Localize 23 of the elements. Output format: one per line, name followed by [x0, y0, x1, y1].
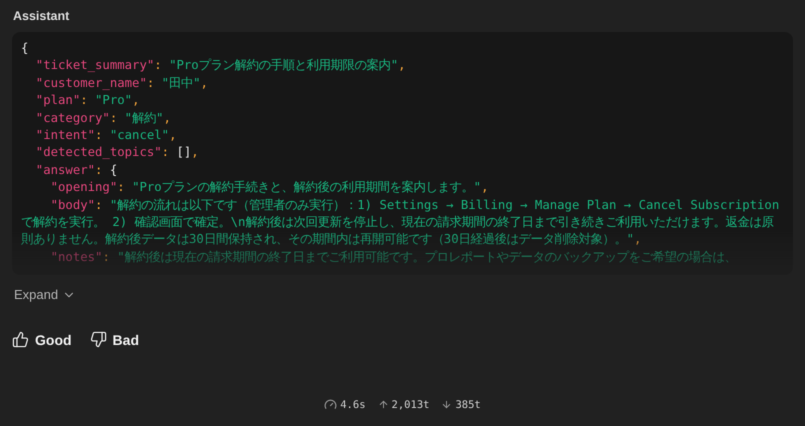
code-line: "detected_topics": [], — [34, 144, 200, 162]
gauge-icon — [324, 398, 338, 411]
code-line: { — [21, 40, 30, 57]
stat-value: 2,013t — [392, 398, 430, 410]
thumbs-down-icon — [90, 331, 107, 348]
expand-button[interactable]: Expand — [14, 287, 76, 302]
code-line: "plan": "Pro", — [34, 92, 140, 110]
code-line: "ticket_summary": "Proプラン解約の手順と利用期限の案内", — [34, 57, 407, 74]
code-line: "body": "解約の流れは以下です（管理者のみ実行）：1) Settings → Billing → Manage Plan → Cancel Subscriptionで解約を実行。 2) 確認画面で確定。\n解約後は次回更新を停止し、現在の請求期間の終了日まで引き続きご利用いただけます。返金は原則ありません。解約後データは30日間保持され、その期間内は再開可能です（30日経過後はデータ削除対象）。", — [21, 196, 780, 248]
arrow-up-icon — [378, 399, 389, 410]
panel-title: Assistant — [12, 8, 70, 25]
code-line: "category": "解約", — [34, 110, 172, 127]
code-line: "customer_name": "田中", — [34, 74, 209, 92]
code-line: "answer": { — [34, 162, 118, 179]
arrow-down-icon — [441, 399, 452, 410]
code-line: "notes": "解約後は現在の請求期間の終了日までご利用可能です。プロレポートやデータのバックアップをご希望の場合は、 — [50, 248, 738, 266]
thumbs-up-icon — [12, 331, 29, 348]
stat-value: 385t — [455, 398, 481, 410]
stat-value: 4.6s — [340, 398, 366, 410]
bad-button[interactable]: Bad — [90, 331, 139, 348]
code-line: "intent": "cancel", — [34, 127, 178, 144]
good-button[interactable]: Good — [12, 331, 72, 348]
code-line: "opening": "Proプランの解約手続きと、解約後の利用期間を案内します。", — [50, 179, 490, 196]
